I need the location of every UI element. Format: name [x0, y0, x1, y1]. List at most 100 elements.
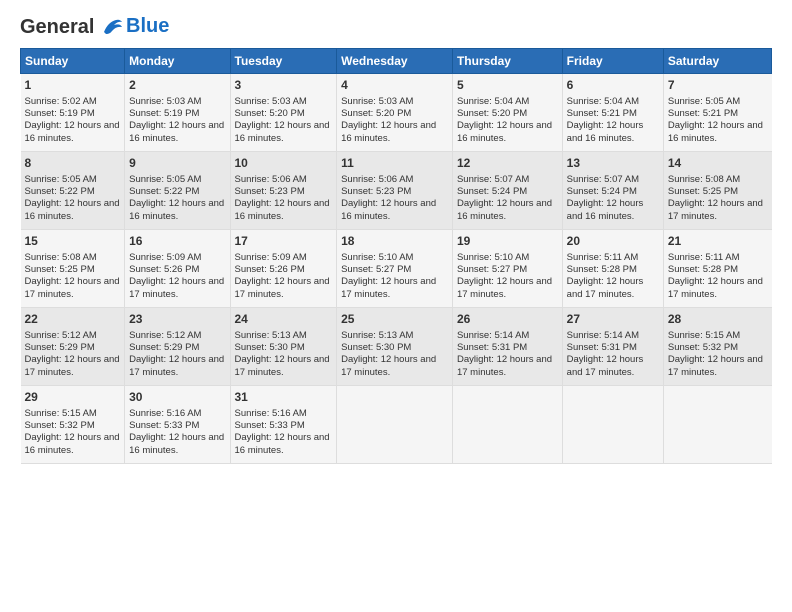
weekday-header-sunday: Sunday: [21, 49, 125, 74]
daylight: Daylight: 12 hours and 17 minutes.: [567, 276, 644, 299]
daylight: Daylight: 12 hours and 16 minutes.: [457, 120, 552, 143]
day-number: 30: [129, 390, 225, 406]
sunrise: Sunrise: 5:04 AM: [457, 96, 529, 107]
day-cell: 7Sunrise: 5:05 AMSunset: 5:21 PMDaylight…: [663, 74, 771, 152]
daylight: Daylight: 12 hours and 16 minutes.: [25, 432, 120, 455]
sunset: Sunset: 5:33 PM: [129, 420, 199, 431]
sunrise: Sunrise: 5:06 AM: [235, 174, 307, 185]
day-number: 28: [668, 312, 768, 328]
day-cell: 20Sunrise: 5:11 AMSunset: 5:28 PMDayligh…: [562, 230, 663, 308]
header: General Blue: [20, 15, 772, 38]
sunrise: Sunrise: 5:03 AM: [235, 96, 307, 107]
day-cell: 25Sunrise: 5:13 AMSunset: 5:30 PMDayligh…: [337, 308, 453, 386]
day-number: 10: [235, 156, 333, 172]
day-number: 12: [457, 156, 558, 172]
sunset: Sunset: 5:23 PM: [235, 186, 305, 197]
weekday-header-wednesday: Wednesday: [337, 49, 453, 74]
sunrise: Sunrise: 5:03 AM: [129, 96, 201, 107]
weekday-header-row: SundayMondayTuesdayWednesdayThursdayFrid…: [21, 49, 772, 74]
sunset: Sunset: 5:21 PM: [567, 108, 637, 119]
sunrise: Sunrise: 5:16 AM: [235, 408, 307, 419]
daylight: Daylight: 12 hours and 16 minutes.: [235, 120, 330, 143]
day-number: 6: [567, 78, 659, 94]
sunrise: Sunrise: 5:08 AM: [668, 174, 740, 185]
sunset: Sunset: 5:20 PM: [457, 108, 527, 119]
daylight: Daylight: 12 hours and 17 minutes.: [341, 354, 436, 377]
sunset: Sunset: 5:24 PM: [567, 186, 637, 197]
sunrise: Sunrise: 5:13 AM: [235, 330, 307, 341]
day-cell: 1Sunrise: 5:02 AMSunset: 5:19 PMDaylight…: [21, 74, 125, 152]
sunrise: Sunrise: 5:12 AM: [25, 330, 97, 341]
day-number: 18: [341, 234, 448, 250]
day-cell: [337, 386, 453, 464]
sunrise: Sunrise: 5:14 AM: [567, 330, 639, 341]
daylight: Daylight: 12 hours and 17 minutes.: [25, 276, 120, 299]
sunset: Sunset: 5:23 PM: [341, 186, 411, 197]
sunrise: Sunrise: 5:06 AM: [341, 174, 413, 185]
daylight: Daylight: 12 hours and 17 minutes.: [235, 354, 330, 377]
daylight: Daylight: 12 hours and 17 minutes.: [567, 354, 644, 377]
daylight: Daylight: 12 hours and 16 minutes.: [567, 198, 644, 221]
sunset: Sunset: 5:20 PM: [235, 108, 305, 119]
daylight: Daylight: 12 hours and 16 minutes.: [25, 198, 120, 221]
sunrise: Sunrise: 5:13 AM: [341, 330, 413, 341]
week-row-3: 15Sunrise: 5:08 AMSunset: 5:25 PMDayligh…: [21, 230, 772, 308]
daylight: Daylight: 12 hours and 17 minutes.: [668, 354, 763, 377]
sunrise: Sunrise: 5:10 AM: [457, 252, 529, 263]
sunset: Sunset: 5:31 PM: [567, 342, 637, 353]
day-cell: 12Sunrise: 5:07 AMSunset: 5:24 PMDayligh…: [452, 152, 562, 230]
page-container: General Blue SundayMondayTuesdayWednesda…: [0, 0, 792, 474]
sunset: Sunset: 5:19 PM: [129, 108, 199, 119]
daylight: Daylight: 12 hours and 16 minutes.: [129, 198, 224, 221]
daylight: Daylight: 12 hours and 16 minutes.: [235, 432, 330, 455]
sunrise: Sunrise: 5:07 AM: [457, 174, 529, 185]
daylight: Daylight: 12 hours and 17 minutes.: [25, 354, 120, 377]
sunrise: Sunrise: 5:02 AM: [25, 96, 97, 107]
weekday-header-friday: Friday: [562, 49, 663, 74]
daylight: Daylight: 12 hours and 17 minutes.: [668, 276, 763, 299]
day-cell: 2Sunrise: 5:03 AMSunset: 5:19 PMDaylight…: [125, 74, 230, 152]
sunset: Sunset: 5:28 PM: [668, 264, 738, 275]
calendar-table: SundayMondayTuesdayWednesdayThursdayFrid…: [20, 48, 772, 464]
day-cell: 31Sunrise: 5:16 AMSunset: 5:33 PMDayligh…: [230, 386, 337, 464]
day-cell: 19Sunrise: 5:10 AMSunset: 5:27 PMDayligh…: [452, 230, 562, 308]
daylight: Daylight: 12 hours and 17 minutes.: [341, 276, 436, 299]
sunrise: Sunrise: 5:07 AM: [567, 174, 639, 185]
sunset: Sunset: 5:26 PM: [129, 264, 199, 275]
day-cell: [663, 386, 771, 464]
sunset: Sunset: 5:32 PM: [668, 342, 738, 353]
sunset: Sunset: 5:30 PM: [341, 342, 411, 353]
sunset: Sunset: 5:25 PM: [25, 264, 95, 275]
day-cell: 23Sunrise: 5:12 AMSunset: 5:29 PMDayligh…: [125, 308, 230, 386]
day-number: 1: [25, 78, 121, 94]
day-number: 31: [235, 390, 333, 406]
sunrise: Sunrise: 5:05 AM: [668, 96, 740, 107]
day-number: 22: [25, 312, 121, 328]
day-cell: 6Sunrise: 5:04 AMSunset: 5:21 PMDaylight…: [562, 74, 663, 152]
sunset: Sunset: 5:24 PM: [457, 186, 527, 197]
sunrise: Sunrise: 5:11 AM: [567, 252, 639, 263]
daylight: Daylight: 12 hours and 17 minutes.: [129, 276, 224, 299]
day-cell: 9Sunrise: 5:05 AMSunset: 5:22 PMDaylight…: [125, 152, 230, 230]
sunrise: Sunrise: 5:10 AM: [341, 252, 413, 263]
day-number: 27: [567, 312, 659, 328]
week-row-5: 29Sunrise: 5:15 AMSunset: 5:32 PMDayligh…: [21, 386, 772, 464]
day-cell: [562, 386, 663, 464]
day-cell: 3Sunrise: 5:03 AMSunset: 5:20 PMDaylight…: [230, 74, 337, 152]
daylight: Daylight: 12 hours and 16 minutes.: [567, 120, 644, 143]
day-cell: 17Sunrise: 5:09 AMSunset: 5:26 PMDayligh…: [230, 230, 337, 308]
sunset: Sunset: 5:25 PM: [668, 186, 738, 197]
day-cell: 5 Sunrise: 5:04 AMSunset: 5:20 PMDaylight…: [452, 74, 562, 152]
day-number: 4: [341, 78, 448, 94]
sunset: Sunset: 5:22 PM: [129, 186, 199, 197]
sunrise: Sunrise: 5:15 AM: [25, 408, 97, 419]
daylight: Daylight: 12 hours and 16 minutes.: [129, 432, 224, 455]
day-number: 13: [567, 156, 659, 172]
sunset: Sunset: 5:29 PM: [129, 342, 199, 353]
day-number: 5: [457, 78, 558, 94]
logo-bird-icon: [102, 18, 124, 36]
day-number: 2: [129, 78, 225, 94]
day-cell: 21Sunrise: 5:11 AMSunset: 5:28 PMDayligh…: [663, 230, 771, 308]
day-number: 21: [668, 234, 768, 250]
day-cell: 10Sunrise: 5:06 AMSunset: 5:23 PMDayligh…: [230, 152, 337, 230]
